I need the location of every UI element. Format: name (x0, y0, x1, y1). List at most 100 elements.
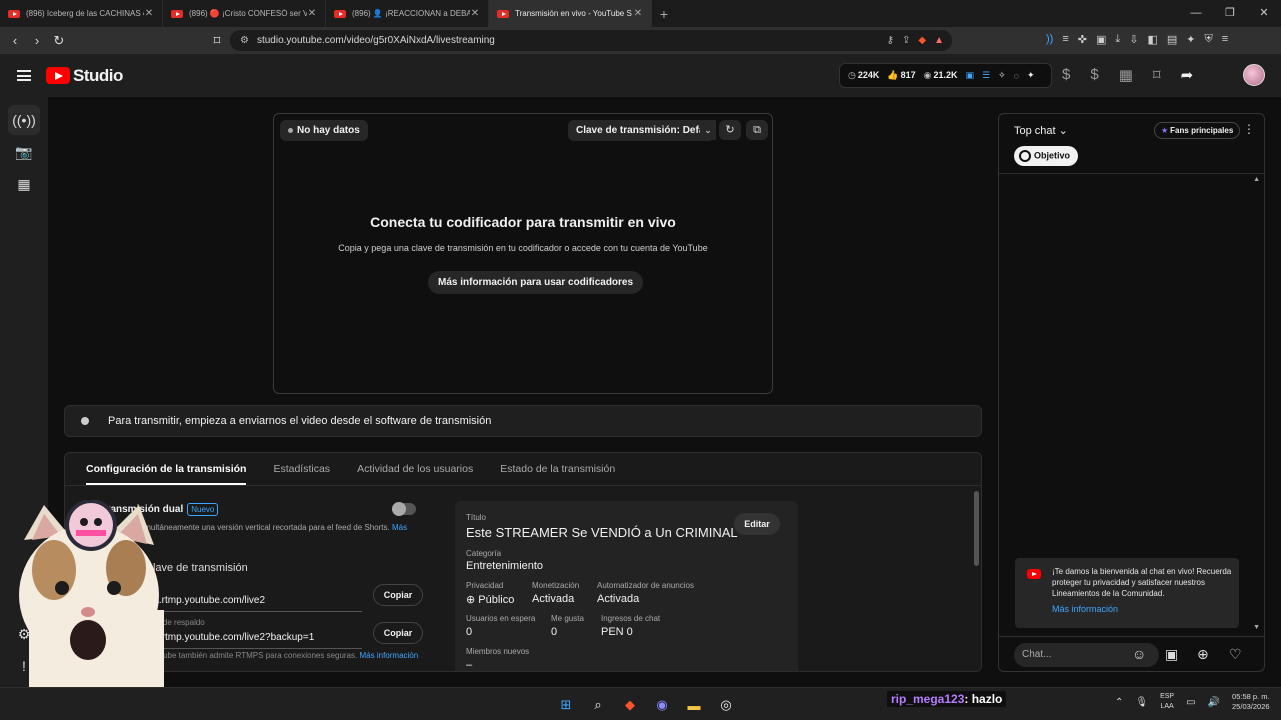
chat-header: Top chat ⌄ ★ Fans principales ⋮ Objetivo (999, 114, 1264, 174)
file-explorer-icon[interactable]: ▬ (683, 694, 705, 716)
rtmps-link[interactable]: Más información (360, 651, 419, 660)
members-value: – (466, 659, 473, 671)
windows-start-icon[interactable]: ⊞ (555, 694, 577, 716)
clock-icon: ◷ (848, 70, 856, 80)
extensions-bar: )) ≡ ✜ ▣ ⤓ ⇩ ◧ ▤ ✦ ⛨ ≡ (1046, 33, 1228, 46)
site-info-icon[interactable]: ⚙ (240, 35, 249, 46)
calendar-icon[interactable]: ▦ (8, 169, 40, 199)
tab-stats[interactable]: Estadísticas (273, 453, 330, 485)
extensions-icon[interactable]: ✜ (1078, 33, 1087, 46)
shield-icon[interactable]: ⛨ (1205, 33, 1213, 46)
volume-icon[interactable]: 🔊 (1208, 697, 1220, 708)
search-icon[interactable]: ⌕ (587, 694, 609, 716)
close-window-icon[interactable]: ✕ (1247, 0, 1281, 27)
url-field[interactable]: ⚙ studio.youtube.com/video/g5r0XAiNxdA/l… (230, 30, 952, 51)
studio-logo[interactable]: Studio (46, 66, 123, 86)
back-icon[interactable]: ‹ (4, 33, 26, 48)
extension-icon[interactable]: ▣ (1096, 33, 1106, 46)
emoji-icon[interactable]: ☺ (1132, 646, 1146, 662)
dual-stream-toggle[interactable] (392, 502, 416, 516)
scroll-down-icon[interactable]: ▼ (1253, 624, 1260, 631)
tab-activity[interactable]: Actividad de los usuarios (357, 453, 473, 485)
tab-config[interactable]: Configuración de la transmisión (86, 453, 247, 485)
scroll-up-icon[interactable]: ▲ (1253, 176, 1260, 183)
new-tab-button[interactable]: + (652, 6, 676, 22)
more-link[interactable]: Más (392, 523, 407, 532)
browser-tab-1[interactable]: (896) Iceberg de las CACHINAS en Pe✕ (0, 0, 163, 27)
microphone-icon[interactable]: 🎙 (1135, 697, 1148, 708)
copy-icon[interactable]: ⧉ (746, 120, 768, 140)
clock[interactable]: 05:58 p. m. 25/03/2026 (1232, 692, 1270, 712)
stream-icon[interactable]: ((•)) (8, 105, 40, 135)
tab-status[interactable]: Estado de la transmisión (500, 453, 615, 485)
rewards-icon[interactable]: ▲ (934, 35, 944, 46)
forward-icon[interactable]: › (26, 33, 48, 48)
super-chat-icon[interactable]: $ (1090, 66, 1098, 84)
list-icon[interactable]: ☰ (982, 70, 990, 81)
studio-header: Studio ◷ 224K 👍 817 ◉ 21.2K ▣ ☰ ✧ ◌ ✦ $ $ ▦… (0, 54, 1281, 97)
close-icon[interactable]: ✕ (144, 8, 154, 19)
chevron-up-icon[interactable]: ⌃ (1115, 697, 1123, 708)
heart-icon[interactable]: ♡ (1229, 646, 1242, 663)
copy-backup-button[interactable]: Copiar (373, 622, 423, 644)
avatar[interactable] (1243, 64, 1265, 86)
share-icon[interactable]: ➦ (1181, 66, 1194, 84)
close-icon[interactable]: ✕ (307, 8, 317, 19)
monetization-icon[interactable]: $ (1062, 66, 1070, 84)
tag-icon[interactable]: ▣ (966, 70, 975, 81)
reader-icon[interactable]: ≡ (1062, 33, 1068, 46)
youtube-logo-icon (46, 67, 70, 84)
comment-icon[interactable]: ◌ (1014, 71, 1019, 81)
ads-value: Activada (597, 593, 640, 605)
objective-button[interactable]: Objetivo (1014, 146, 1079, 166)
close-icon[interactable]: ✕ (633, 8, 643, 19)
bookmark-icon[interactable]: ⌑ (206, 33, 228, 49)
network-icon[interactable]: ▭ (1186, 697, 1195, 708)
download-icon[interactable]: ⤓ (1115, 33, 1120, 46)
bookmark-icon[interactable]: ⌑ (1153, 66, 1161, 84)
copy-button[interactable]: Copiar (373, 584, 423, 606)
youtube-icon (497, 9, 509, 18)
add-icon[interactable]: ⊕ (1197, 646, 1209, 663)
panel-scrollbar[interactable] (974, 491, 979, 566)
brave-browser-icon[interactable]: ◆ (619, 694, 641, 716)
close-icon[interactable]: ✕ (470, 8, 480, 19)
feedback-icon[interactable]: ✧ (998, 70, 1006, 81)
studio-store-icon[interactable]: ▦ (1119, 66, 1133, 84)
refresh-icon[interactable]: ↻ (719, 120, 741, 140)
privacy-value: ⊕ Público (466, 594, 515, 606)
more-info-link[interactable]: Más información (1052, 604, 1118, 614)
key-icon[interactable]: ⚷ (887, 35, 894, 46)
more-options-icon[interactable]: ⋮ (1243, 122, 1255, 136)
browser-tab-3[interactable]: (896) 👤 ¡REACCIONAN a DEBATE Pr✕ (326, 0, 489, 27)
hamburger-menu-icon[interactable] (17, 68, 31, 84)
browser-tab-4[interactable]: Transmisión en vivo - YouTube S ✕ (489, 0, 652, 27)
globe-icon: ⊕ (466, 594, 476, 606)
obs-icon[interactable]: ◎ (715, 694, 737, 716)
stream-key-dropdown[interactable]: Clave de transmisión: Default (568, 120, 714, 141)
sparkle-icon[interactable]: ✦ (1027, 70, 1035, 81)
new-badge: Nuevo (187, 503, 219, 516)
reload-icon[interactable]: ↻ (48, 33, 70, 49)
super-chat-icon[interactable]: ▣ (1165, 646, 1178, 663)
browser-tab-2[interactable]: (896) 🔴 ¡Cristo CONFESÓ ser V3NG✕ (163, 0, 326, 27)
ai-icon[interactable]: ✦ (1186, 33, 1195, 46)
maximize-icon[interactable]: ❐ (1213, 0, 1247, 27)
encoder-info-button[interactable]: Más información para usar codificadores (428, 271, 644, 294)
downloads-icon[interactable]: ⇩ (1129, 33, 1138, 46)
chat-mode-dropdown[interactable]: Top chat ⌄ (1014, 124, 1068, 137)
language-indicator[interactable]: ESP LAA (1160, 692, 1174, 712)
window-controls: — ❐ ✕ (1179, 0, 1281, 27)
brave-shield-icon[interactable]: ◆ (918, 35, 926, 46)
discord-icon[interactable]: ◉ (651, 694, 673, 716)
share-icon[interactable]: ⇪ (902, 35, 910, 46)
menu-icon[interactable]: ≡ (1222, 33, 1228, 46)
minimize-icon[interactable]: — (1179, 0, 1213, 27)
camera-icon[interactable]: 📷 (8, 137, 40, 167)
edit-button[interactable]: Editar (734, 513, 780, 535)
chevron-down-icon[interactable]: ⌄ (700, 120, 716, 140)
wifi-icon[interactable]: )) (1046, 33, 1053, 46)
wallet-icon[interactable]: ▤ (1167, 33, 1177, 46)
top-fans-button[interactable]: ★ Fans principales (1154, 122, 1241, 139)
sidebar-icon[interactable]: ◧ (1147, 33, 1157, 46)
